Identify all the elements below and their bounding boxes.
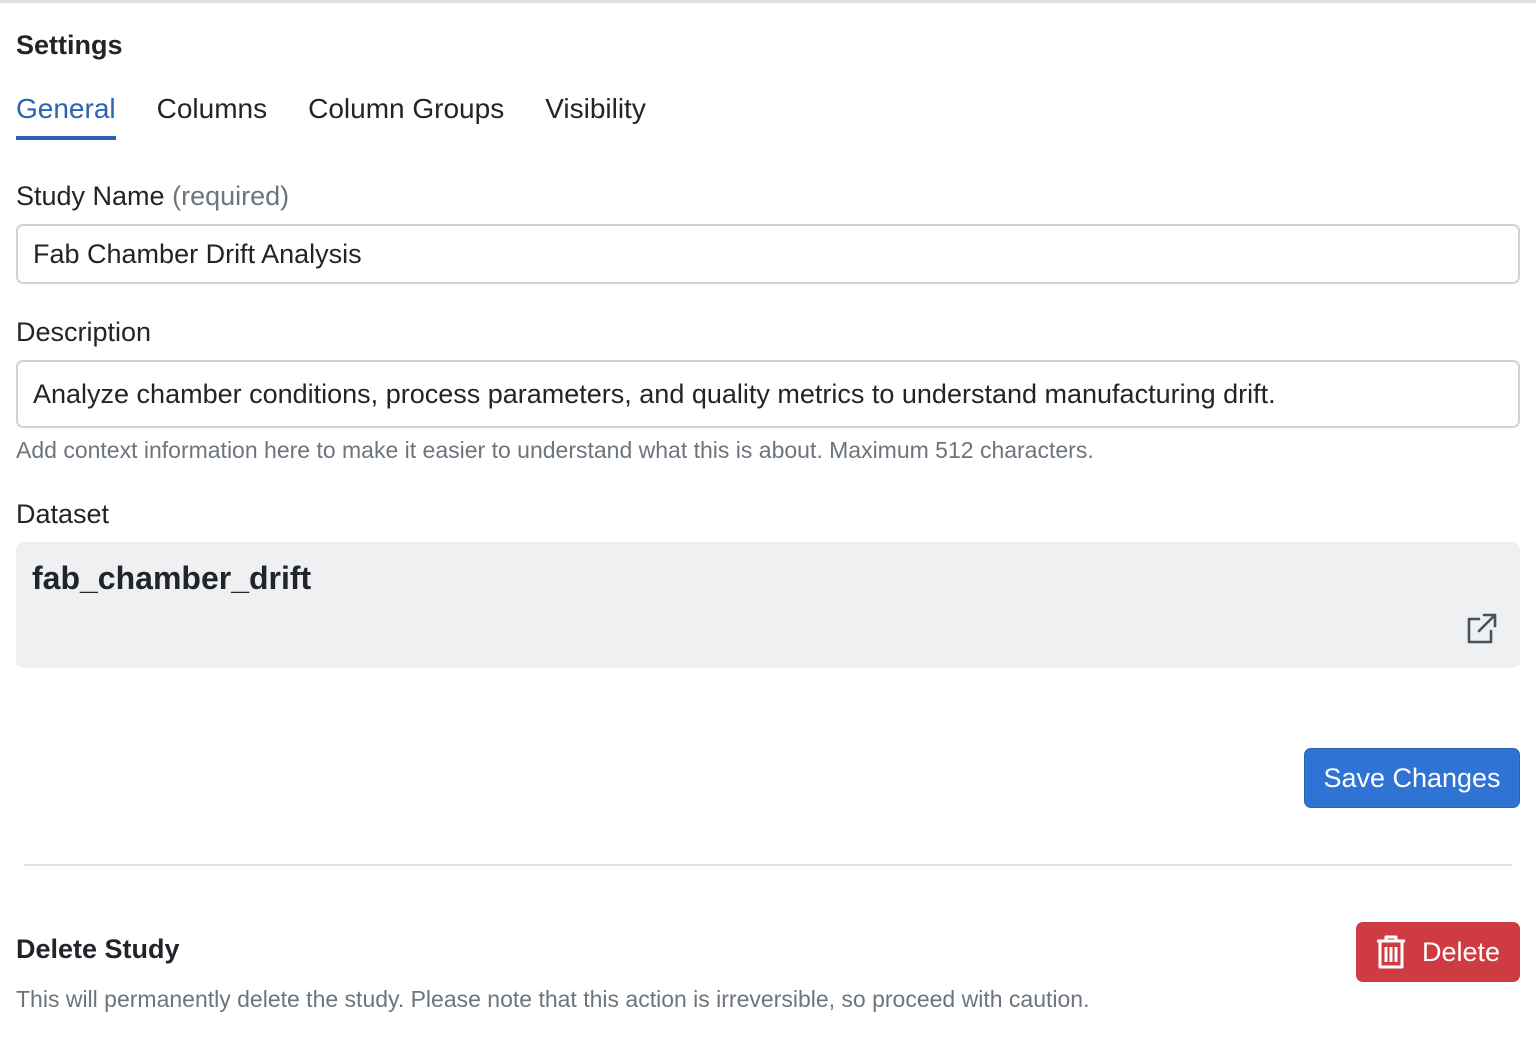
tab-general[interactable]: General: [16, 92, 116, 140]
section-divider: [24, 864, 1512, 866]
top-border: [0, 0, 1536, 3]
delete-button[interactable]: Delete: [1356, 922, 1520, 982]
trash-icon: [1376, 935, 1406, 969]
description-help-text: Add context information here to make it …: [16, 437, 1094, 463]
required-hint: (required): [172, 181, 290, 211]
tab-columns[interactable]: Columns: [157, 92, 267, 140]
save-changes-button[interactable]: Save Changes: [1304, 748, 1520, 808]
tab-visibility[interactable]: Visibility: [545, 92, 646, 140]
study-name-input[interactable]: Fab Chamber Drift Analysis: [16, 224, 1520, 284]
settings-tabs: General Columns Column Groups Visibility: [16, 92, 646, 140]
dataset-name: fab_chamber_drift: [32, 560, 312, 596]
delete-study-title: Delete Study: [16, 934, 180, 964]
external-link-icon[interactable]: [1464, 612, 1498, 646]
delete-study-warning: This will permanently delete the study. …: [16, 986, 1090, 1012]
delete-button-label: Delete: [1421, 936, 1501, 967]
study-name-label-text: Study Name: [16, 181, 165, 211]
description-label: Description: [16, 317, 152, 347]
study-name-label: Study Name (required): [16, 181, 289, 212]
description-textarea[interactable]: Analyze chamber conditions, process para…: [16, 360, 1520, 428]
page-title: Settings: [16, 30, 123, 60]
tab-column-groups[interactable]: Column Groups: [308, 92, 504, 140]
dataset-card: fab_chamber_drift: [16, 542, 1520, 668]
dataset-label: Dataset: [16, 499, 110, 529]
